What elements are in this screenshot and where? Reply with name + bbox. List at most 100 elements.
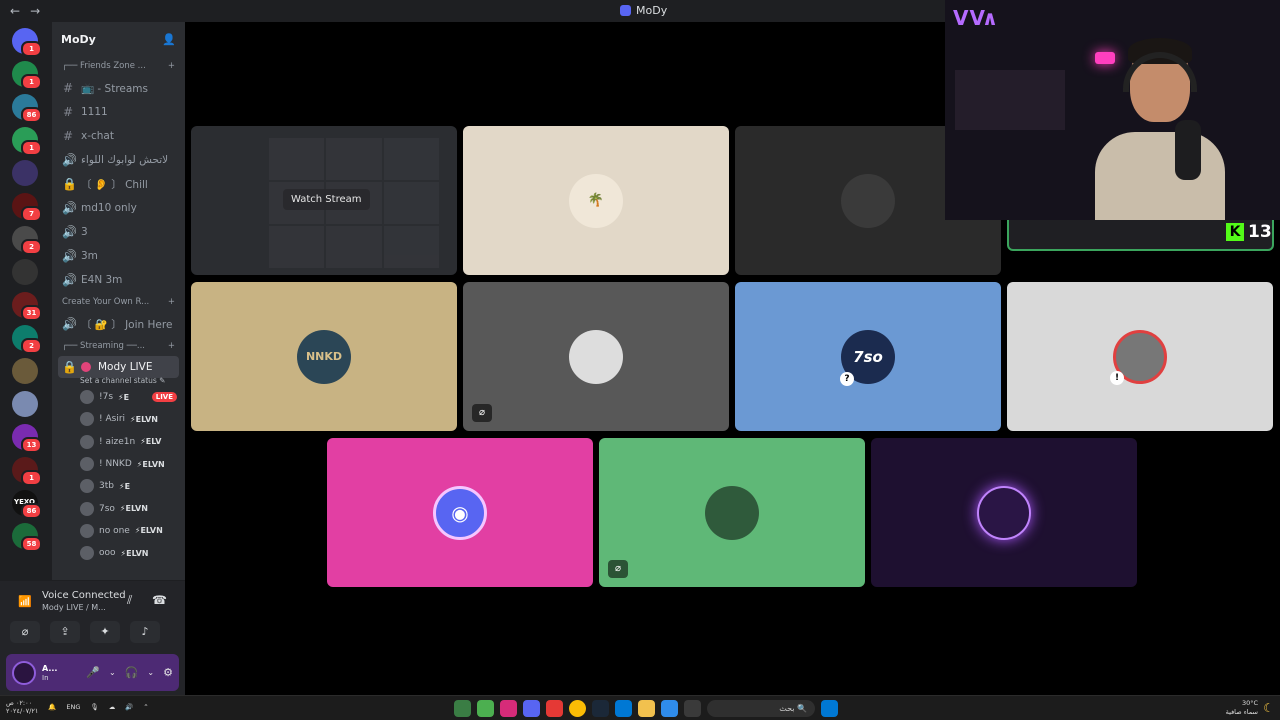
app-icon[interactable]	[500, 700, 517, 717]
steam-icon[interactable]	[592, 700, 609, 717]
task-view-icon[interactable]	[684, 700, 701, 717]
activities-button[interactable]: ✦	[90, 621, 120, 643]
question-badge-icon: ?	[840, 372, 854, 386]
chevron-down-icon[interactable]: ⌄	[147, 668, 154, 677]
chevron-up-icon[interactable]: ⌃	[143, 703, 148, 711]
category-header[interactable]: Create Your Own R... +	[52, 292, 185, 312]
category-streaming[interactable]: ┌── Streaming ──... +	[52, 336, 185, 356]
microphone-icon[interactable]: 🎤	[86, 666, 100, 679]
clock-date-text: ٢٠٢٤/٠٧/٢١	[6, 707, 39, 715]
search-box[interactable]: بحث 🔍	[707, 700, 815, 717]
participant-tile[interactable]	[871, 438, 1137, 587]
participant-tile[interactable]: ◉	[327, 438, 593, 587]
participant-tile[interactable]: NNKD	[191, 282, 457, 431]
voice-user[interactable]: ! NNKD ⚡ELVN	[52, 453, 185, 475]
avatar: 🌴	[569, 173, 623, 228]
participant-tile[interactable]: !	[1007, 282, 1273, 431]
server-icon[interactable]: 1	[12, 61, 42, 90]
server-icon[interactable]: 1	[12, 127, 42, 156]
add-channel-icon[interactable]: +	[168, 297, 175, 307]
voice-user[interactable]: no one ⚡ELVN	[52, 520, 185, 542]
headphones-icon[interactable]: 🎧	[125, 666, 139, 679]
channel-item[interactable]: 🔒 〔 👂 〕 Chill	[52, 172, 185, 196]
mic-tray-icon[interactable]: 🎙	[90, 703, 98, 711]
add-member-icon[interactable]: 👤	[162, 33, 176, 46]
cloud-tray-icon[interactable]: ☁	[109, 703, 116, 711]
participant-tile[interactable]: ⌀	[599, 438, 865, 587]
xbox-icon[interactable]	[477, 700, 494, 717]
server-icon[interactable]: 86	[12, 94, 42, 123]
channel-mody-live[interactable]: 🔒 Mody LIVE	[58, 356, 179, 378]
participant-tile[interactable]: 7so ?	[735, 282, 1001, 431]
voice-user[interactable]: ! aize1n ⚡ELV	[52, 431, 185, 453]
server-icon[interactable]	[12, 358, 38, 384]
server-icon[interactable]: 31	[12, 292, 42, 321]
weather-temp: 30°C	[1241, 699, 1258, 707]
store-icon[interactable]	[615, 700, 632, 717]
server-icon[interactable]: YEXO 86	[12, 490, 42, 519]
channel-item[interactable]: 🔊 3	[52, 220, 185, 244]
weather-widget[interactable]: 30°C سماء صافية	[1226, 699, 1258, 717]
camera-off-button[interactable]: ⌀	[10, 621, 40, 643]
app-icon[interactable]	[546, 700, 563, 717]
voice-user[interactable]: 3tb ⚡E	[52, 475, 185, 497]
back-arrow-icon[interactable]: ←	[10, 4, 20, 18]
server-icon[interactable]: 2	[12, 226, 42, 255]
soundboard-button[interactable]: ♪	[130, 621, 160, 643]
channel-item[interactable]: # 📺 - Streams	[52, 76, 185, 100]
channel-item[interactable]: 🔊 لاتحش لوابوك اللواء	[52, 148, 185, 172]
avatar	[80, 390, 94, 405]
stream-tile[interactable]: Watch Stream	[191, 126, 457, 275]
forward-arrow-icon[interactable]: →	[30, 4, 40, 18]
channel-item[interactable]: 🔊 3m	[52, 244, 185, 268]
voice-user[interactable]: 7so ⚡ELVN	[52, 497, 185, 519]
clock-date[interactable]: ٠٢:٠٠ ص ٢٠٢٤/٠٧/٢١	[6, 699, 38, 715]
speaker-tray-icon[interactable]: 🔊	[125, 703, 133, 711]
chrome-icon[interactable]	[569, 700, 586, 717]
user-status: In	[42, 673, 49, 682]
user-info[interactable]: A... In	[42, 664, 57, 682]
channel-item[interactable]: 🔊 〔 🔐 〕 Join Here	[52, 312, 185, 336]
language-indicator[interactable]: ENG	[66, 703, 80, 711]
set-channel-status[interactable]: Set a channel status ✎	[52, 376, 185, 386]
participant-tile[interactable]: ⌀	[463, 282, 729, 431]
server-icon[interactable]: 2	[12, 325, 42, 354]
server-icon[interactable]: 58	[12, 523, 42, 552]
share-screen-button[interactable]: ⇪	[50, 621, 80, 643]
server-icon[interactable]	[12, 391, 38, 417]
channel-item[interactable]: 🔊 md10 only	[52, 196, 185, 220]
disconnect-icon[interactable]: ☎	[152, 593, 167, 607]
gear-icon[interactable]: ⚙	[163, 666, 173, 679]
chevron-down-icon[interactable]: ⌄	[109, 668, 116, 677]
start-button-icon[interactable]	[821, 700, 838, 717]
discord-icon[interactable]	[523, 700, 540, 717]
add-channel-icon[interactable]: +	[168, 61, 175, 71]
voice-status-channel[interactable]: Mody LIVE / M...	[42, 603, 106, 612]
voice-user[interactable]: ! Asiri ⚡ELVN	[52, 408, 185, 430]
add-channel-icon[interactable]: +	[168, 341, 175, 351]
watch-stream-button[interactable]: Watch Stream	[283, 189, 370, 210]
channel-item[interactable]: 🔊 E4N 3m	[52, 268, 185, 292]
signal-icon[interactable]: 📶	[18, 595, 32, 609]
voice-user[interactable]: ooo ⚡ELVN	[52, 542, 185, 564]
server-icon[interactable]	[12, 160, 38, 186]
server-icon[interactable]	[12, 259, 38, 285]
server-icon[interactable]: 1	[12, 457, 42, 486]
channel-item[interactable]: #1111	[52, 100, 185, 124]
server-icon[interactable]: 7	[12, 193, 42, 222]
server-icon[interactable]: 1	[12, 28, 42, 57]
channel-list: ┌── Friends Zone ... + # 📺 - Streams #1111 # x…	[52, 56, 185, 336]
notification-icon[interactable]: 🔔	[48, 703, 56, 711]
guild-header[interactable]: MoDy 👤	[52, 22, 185, 56]
avatar	[977, 485, 1031, 540]
server-icon[interactable]: 13	[12, 424, 42, 453]
file-explorer-icon[interactable]	[638, 700, 655, 717]
copilot-icon[interactable]	[661, 700, 678, 717]
channel-item[interactable]: # x-chat	[52, 124, 185, 148]
noise-suppression-icon[interactable]: ⫽	[127, 593, 132, 608]
voice-user[interactable]: !7s ⚡E LIVE	[52, 386, 185, 408]
avatar[interactable]	[12, 660, 36, 685]
participant-tile[interactable]: 🌴	[463, 126, 729, 275]
category-header[interactable]: ┌── Friends Zone ... +	[52, 56, 185, 76]
app-icon[interactable]	[454, 700, 471, 717]
